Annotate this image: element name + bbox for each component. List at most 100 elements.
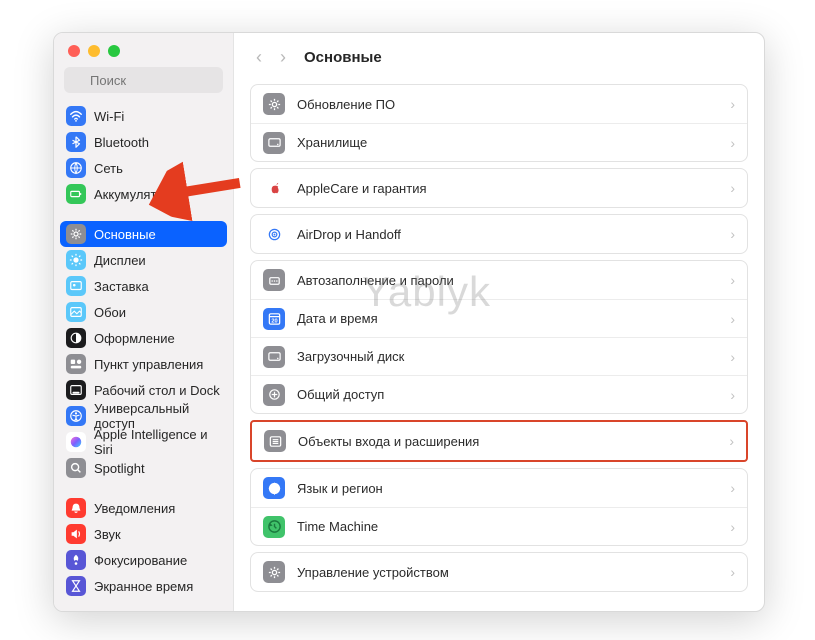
settings-row-password[interactable]: Автозаполнение и пароли ›	[251, 261, 747, 299]
list-icon	[264, 430, 286, 452]
wifi-icon	[66, 106, 86, 126]
main-header: ‹ › Основные	[234, 33, 764, 78]
search-input[interactable]	[64, 67, 223, 93]
settings-row-disk[interactable]: Хранилище ›	[251, 123, 747, 161]
sidebar: Wi-Fi Bluetooth Сеть Аккумулятор Основны…	[54, 33, 234, 611]
sidebar-item-label: Звук	[94, 527, 121, 542]
sidebar-item-label: Spotlight	[94, 461, 145, 476]
sidebar-item-label: Экранное время	[94, 579, 193, 594]
row-label: Автозаполнение и пароли	[297, 273, 718, 288]
settings-row-timemachine[interactable]: Time Machine ›	[251, 507, 747, 545]
sidebar-item-appearance[interactable]: Оформление	[60, 325, 227, 351]
gear-icon	[263, 561, 285, 583]
bell-icon	[66, 498, 86, 518]
row-label: Загрузочный диск	[297, 349, 718, 364]
sidebar-item-label: Уведомления	[94, 501, 175, 516]
sidebar-item-label: Wi-Fi	[94, 109, 124, 124]
sidebar-item-label: Основные	[94, 227, 156, 242]
accessibility-icon	[66, 406, 86, 426]
row-label: AirDrop и Handoff	[297, 227, 718, 242]
settings-row-gear[interactable]: Управление устройством ›	[251, 553, 747, 591]
sidebar-item-label: Оформление	[94, 331, 175, 346]
row-label: Time Machine	[297, 519, 718, 534]
settings-row-apple[interactable]: AppleCare и гарантия ›	[251, 169, 747, 207]
globe-icon	[66, 158, 86, 178]
settings-row-share[interactable]: Общий доступ ›	[251, 375, 747, 413]
focus-icon	[66, 550, 86, 570]
sidebar-item-wallpaper[interactable]: Обои	[60, 299, 227, 325]
search-icon	[66, 458, 86, 478]
settings-row-airdrop[interactable]: AirDrop и Handoff ›	[251, 215, 747, 253]
globe2-icon	[263, 477, 285, 499]
dock-icon	[66, 380, 86, 400]
row-label: Объекты входа и расширения	[298, 434, 717, 449]
settings-row-gear[interactable]: Обновление ПО ›	[251, 85, 747, 123]
chevron-right-icon: ›	[729, 433, 734, 449]
timemachine-icon	[263, 516, 285, 538]
sidebar-item-label: Bluetooth	[94, 135, 149, 150]
calendar-icon	[263, 308, 285, 330]
sun-icon	[66, 250, 86, 270]
sidebar-item-screensaver[interactable]: Заставка	[60, 273, 227, 299]
row-label: Дата и время	[297, 311, 718, 326]
sidebar-item-hourglass[interactable]: Экранное время	[60, 573, 227, 599]
back-button[interactable]: ‹	[252, 47, 266, 68]
sidebar-item-label: Аккумулятор	[94, 187, 171, 202]
minimize-button[interactable]	[88, 45, 100, 57]
gear-icon	[66, 224, 86, 244]
maximize-button[interactable]	[108, 45, 120, 57]
sidebar-item-controls[interactable]: Пункт управления	[60, 351, 227, 377]
sidebar-item-bluetooth[interactable]: Bluetooth	[60, 129, 227, 155]
sidebar-item-battery[interactable]: Аккумулятор	[60, 181, 227, 207]
forward-button[interactable]: ›	[276, 47, 290, 68]
sidebar-item-accessibility[interactable]: Универсальный доступ	[60, 403, 227, 429]
sound-icon	[66, 524, 86, 544]
chevron-right-icon: ›	[730, 96, 735, 112]
password-icon	[263, 269, 285, 291]
sidebar-item-label: Обои	[94, 305, 126, 320]
battery-icon	[66, 184, 86, 204]
sidebar-item-label: Пункт управления	[94, 357, 203, 372]
sidebar-item-sun[interactable]: Дисплеи	[60, 247, 227, 273]
sidebar-item-gear[interactable]: Основные	[60, 221, 227, 247]
chevron-right-icon: ›	[730, 349, 735, 365]
sidebar-item-wifi[interactable]: Wi-Fi	[60, 103, 227, 129]
settings-row-list[interactable]: Объекты входа и расширения ›	[252, 422, 746, 460]
settings-group: Автозаполнение и пароли › Дата и время ›…	[250, 260, 748, 414]
sidebar-item-focus[interactable]: Фокусирование	[60, 547, 227, 573]
chevron-right-icon: ›	[730, 311, 735, 327]
sidebar-item-label: Дисплеи	[94, 253, 146, 268]
sidebar-item-label: Рабочий стол и Dock	[94, 383, 220, 398]
main-content: Обновление ПО › Хранилище › AppleCare и …	[234, 78, 764, 592]
close-button[interactable]	[68, 45, 80, 57]
sidebar-item-bell[interactable]: Уведомления	[60, 495, 227, 521]
chevron-right-icon: ›	[730, 226, 735, 242]
chevron-right-icon: ›	[730, 272, 735, 288]
sidebar-item-globe[interactable]: Сеть	[60, 155, 227, 181]
controls-icon	[66, 354, 86, 374]
settings-group: AppleCare и гарантия ›	[250, 168, 748, 208]
settings-row-disk[interactable]: Загрузочный диск ›	[251, 337, 747, 375]
settings-row-globe2[interactable]: Язык и регион ›	[251, 469, 747, 507]
sidebar-item-siri[interactable]: Apple Intelligence и Siri	[60, 429, 227, 455]
sidebar-item-sound[interactable]: Звук	[60, 521, 227, 547]
settings-window: Wi-Fi Bluetooth Сеть Аккумулятор Основны…	[53, 32, 765, 612]
hourglass-icon	[66, 576, 86, 596]
row-label: Управление устройством	[297, 565, 718, 580]
settings-group: Язык и регион › Time Machine ›	[250, 468, 748, 546]
sidebar-item-dock[interactable]: Рабочий стол и Dock	[60, 377, 227, 403]
gear-icon	[263, 93, 285, 115]
chevron-right-icon: ›	[730, 387, 735, 403]
airdrop-icon	[263, 223, 285, 245]
page-title: Основные	[304, 49, 382, 66]
screensaver-icon	[66, 276, 86, 296]
chevron-right-icon: ›	[730, 180, 735, 196]
sidebar-item-label: Фокусирование	[94, 553, 187, 568]
row-label: Общий доступ	[297, 387, 718, 402]
sidebar-item-search[interactable]: Spotlight	[60, 455, 227, 481]
chevron-right-icon: ›	[730, 519, 735, 535]
disk-icon	[263, 132, 285, 154]
share-icon	[263, 384, 285, 406]
settings-group: Объекты входа и расширения ›	[250, 420, 748, 462]
settings-row-calendar[interactable]: Дата и время ›	[251, 299, 747, 337]
